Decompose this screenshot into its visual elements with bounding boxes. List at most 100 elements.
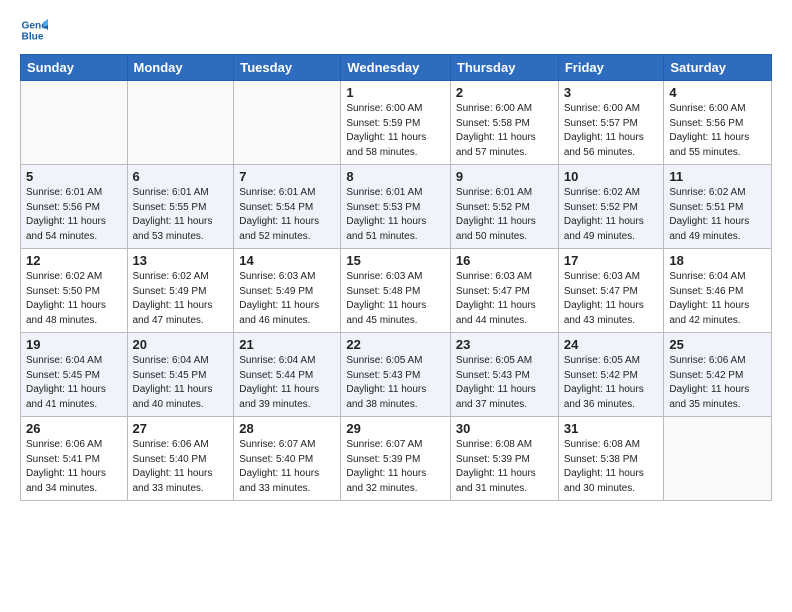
calendar-cell: 15Sunrise: 6:03 AM Sunset: 5:48 PM Dayli… xyxy=(341,249,451,333)
calendar-cell: 18 Sunrise: 6:04 AM Sunset: 5:46 PM Dayli… xyxy=(664,249,772,333)
calendar-cell: 5Sunrise: 6:01 AM Sunset: 5:56 PM Daylig… xyxy=(21,165,128,249)
day-number: 20 xyxy=(133,337,229,352)
day-number: 8 xyxy=(346,169,445,184)
day-info: Sunrise: 6:06 AM Sunset: 5:40 PM Dayligh… xyxy=(133,438,229,496)
day-info: Sunrise: 6:00 AM Sunset: 5:56 PM Dayligh… xyxy=(669,102,766,160)
calendar-cell: 26 Sunrise: 6:06 AM Sunset: 5:41 PM Dayli… xyxy=(21,417,128,501)
calendar-cell: 8 Sunrise: 6:01 AM Sunset: 5:53 PM Daylig… xyxy=(341,165,451,249)
weekday-header-monday: Monday xyxy=(127,55,234,81)
day-info: Sunrise: 6:03 AM Sunset: 5:49 PM Dayligh… xyxy=(239,270,335,328)
day-number: 12 xyxy=(26,253,122,268)
day-info: Sunrise: 6:01 AM Sunset: 5:56 PM Dayligh… xyxy=(26,186,122,244)
weekday-header-friday: Friday xyxy=(558,55,664,81)
day-info: Sunrise: 6:02 AM Sunset: 5:49 PM Dayligh… xyxy=(133,270,229,328)
weekday-header-tuesday: Tuesday xyxy=(234,55,341,81)
calendar-cell: 17 Sunrise: 6:03 AM Sunset: 5:47 PM Dayli… xyxy=(558,249,664,333)
calendar-cell: 27 Sunrise: 6:06 AM Sunset: 5:40 PM Dayli… xyxy=(127,417,234,501)
calendar-cell: 3Sunrise: 6:00 AM Sunset: 5:57 PM Daylig… xyxy=(558,81,664,165)
day-number: 25 xyxy=(669,337,766,352)
day-number: 17 xyxy=(564,253,659,268)
day-number: 23 xyxy=(456,337,553,352)
day-info: Sunrise: 6:04 AM Sunset: 5:44 PM Dayligh… xyxy=(239,354,335,412)
calendar-cell: 21 Sunrise: 6:04 AM Sunset: 5:44 PM Dayli… xyxy=(234,333,341,417)
calendar-table: SundayMondayTuesdayWednesdayThursdayFrid… xyxy=(20,54,772,501)
day-number: 16 xyxy=(456,253,553,268)
calendar-cell: 6 Sunrise: 6:01 AM Sunset: 5:55 PM Daylig… xyxy=(127,165,234,249)
day-number: 28 xyxy=(239,421,335,436)
calendar-cell xyxy=(234,81,341,165)
day-info: Sunrise: 6:02 AM Sunset: 5:51 PM Dayligh… xyxy=(669,186,766,244)
calendar-cell: 25 Sunrise: 6:06 AM Sunset: 5:42 PM Dayli… xyxy=(664,333,772,417)
day-number: 30 xyxy=(456,421,553,436)
day-number: 24 xyxy=(564,337,659,352)
calendar-cell: 23 Sunrise: 6:05 AM Sunset: 5:43 PM Dayli… xyxy=(450,333,558,417)
day-info: Sunrise: 6:02 AM Sunset: 5:50 PM Dayligh… xyxy=(26,270,122,328)
calendar-cell: 28 Sunrise: 6:07 AM Sunset: 5:40 PM Dayli… xyxy=(234,417,341,501)
calendar-cell: 16 Sunrise: 6:03 AM Sunset: 5:47 PM Dayli… xyxy=(450,249,558,333)
day-info: Sunrise: 6:08 AM Sunset: 5:39 PM Dayligh… xyxy=(456,438,553,496)
day-info: Sunrise: 6:08 AM Sunset: 5:38 PM Dayligh… xyxy=(564,438,659,496)
day-info: Sunrise: 6:04 AM Sunset: 5:46 PM Dayligh… xyxy=(669,270,766,328)
day-number: 29 xyxy=(346,421,445,436)
calendar-cell: 20 Sunrise: 6:04 AM Sunset: 5:45 PM Dayli… xyxy=(127,333,234,417)
day-info: Sunrise: 6:01 AM Sunset: 5:55 PM Dayligh… xyxy=(133,186,229,244)
day-number: 26 xyxy=(26,421,122,436)
calendar-cell: 13Sunrise: 6:02 AM Sunset: 5:49 PM Dayli… xyxy=(127,249,234,333)
calendar-cell xyxy=(127,81,234,165)
calendar-cell: 9Sunrise: 6:01 AM Sunset: 5:52 PM Daylig… xyxy=(450,165,558,249)
day-info: Sunrise: 6:04 AM Sunset: 5:45 PM Dayligh… xyxy=(133,354,229,412)
calendar-cell: 22 Sunrise: 6:05 AM Sunset: 5:43 PM Dayli… xyxy=(341,333,451,417)
day-info: Sunrise: 6:01 AM Sunset: 5:52 PM Dayligh… xyxy=(456,186,553,244)
day-info: Sunrise: 6:06 AM Sunset: 5:41 PM Dayligh… xyxy=(26,438,122,496)
day-number: 21 xyxy=(239,337,335,352)
day-number: 10 xyxy=(564,169,659,184)
calendar-cell: 29 Sunrise: 6:07 AM Sunset: 5:39 PM Dayli… xyxy=(341,417,451,501)
calendar-cell: 19Sunrise: 6:04 AM Sunset: 5:45 PM Dayli… xyxy=(21,333,128,417)
day-info: Sunrise: 6:02 AM Sunset: 5:52 PM Dayligh… xyxy=(564,186,659,244)
week-row-2: 5Sunrise: 6:01 AM Sunset: 5:56 PM Daylig… xyxy=(21,165,772,249)
day-info: Sunrise: 6:03 AM Sunset: 5:47 PM Dayligh… xyxy=(456,270,553,328)
day-number: 18 xyxy=(669,253,766,268)
calendar-cell: 12 Sunrise: 6:02 AM Sunset: 5:50 PM Dayli… xyxy=(21,249,128,333)
calendar-cell: 2 Sunrise: 6:00 AM Sunset: 5:58 PM Daylig… xyxy=(450,81,558,165)
day-info: Sunrise: 6:05 AM Sunset: 5:43 PM Dayligh… xyxy=(346,354,445,412)
day-number: 31 xyxy=(564,421,659,436)
week-row-4: 19 Sunrise: 6:04 AM Sunset: 5:45 PM Dayli… xyxy=(21,333,772,417)
week-row-3: 12 Sunrise: 6:02 AM Sunset: 5:50 PM Dayli… xyxy=(21,249,772,333)
calendar-cell: 11Sunrise: 6:02 AM Sunset: 5:51 PM Dayli… xyxy=(664,165,772,249)
day-number: 6 xyxy=(133,169,229,184)
day-number: 14 xyxy=(239,253,335,268)
day-number: 19 xyxy=(26,337,122,352)
svg-text:Blue: Blue xyxy=(22,31,44,42)
calendar-cell: 7 Sunrise: 6:01 AM Sunset: 5:54 PM Daylig… xyxy=(234,165,341,249)
logo: General Blue xyxy=(20,16,52,44)
day-info: Sunrise: 6:06 AM Sunset: 5:42 PM Dayligh… xyxy=(669,354,766,412)
day-info: Sunrise: 6:00 AM Sunset: 5:58 PM Dayligh… xyxy=(456,102,553,160)
calendar-cell xyxy=(21,81,128,165)
header: General Blue xyxy=(20,16,772,44)
day-number: 22 xyxy=(346,337,445,352)
day-info: Sunrise: 6:01 AM Sunset: 5:53 PM Dayligh… xyxy=(346,186,445,244)
day-number: 4 xyxy=(669,85,766,100)
day-number: 7 xyxy=(239,169,335,184)
day-info: Sunrise: 6:01 AM Sunset: 5:54 PM Dayligh… xyxy=(239,186,335,244)
logo-icon: General Blue xyxy=(20,16,48,44)
calendar-cell xyxy=(664,417,772,501)
day-number: 27 xyxy=(133,421,229,436)
week-row-1: 1 Sunrise: 6:00 AM Sunset: 5:59 PM Daylig… xyxy=(21,81,772,165)
weekday-header-row: SundayMondayTuesdayWednesdayThursdayFrid… xyxy=(21,55,772,81)
day-info: Sunrise: 6:00 AM Sunset: 5:59 PM Dayligh… xyxy=(346,102,445,160)
calendar-cell: 4 Sunrise: 6:00 AM Sunset: 5:56 PM Daylig… xyxy=(664,81,772,165)
weekday-header-saturday: Saturday xyxy=(664,55,772,81)
day-number: 1 xyxy=(346,85,445,100)
day-info: Sunrise: 6:00 AM Sunset: 5:57 PM Dayligh… xyxy=(564,102,659,160)
day-info: Sunrise: 6:03 AM Sunset: 5:47 PM Dayligh… xyxy=(564,270,659,328)
calendar-cell: 30 Sunrise: 6:08 AM Sunset: 5:39 PM Dayli… xyxy=(450,417,558,501)
day-number: 2 xyxy=(456,85,553,100)
calendar-cell: 31 Sunrise: 6:08 AM Sunset: 5:38 PM Dayli… xyxy=(558,417,664,501)
day-info: Sunrise: 6:05 AM Sunset: 5:43 PM Dayligh… xyxy=(456,354,553,412)
day-info: Sunrise: 6:07 AM Sunset: 5:40 PM Dayligh… xyxy=(239,438,335,496)
calendar-cell: 1 Sunrise: 6:00 AM Sunset: 5:59 PM Daylig… xyxy=(341,81,451,165)
day-info: Sunrise: 6:07 AM Sunset: 5:39 PM Dayligh… xyxy=(346,438,445,496)
day-info: Sunrise: 6:03 AM Sunset: 5:48 PM Dayligh… xyxy=(346,270,445,328)
